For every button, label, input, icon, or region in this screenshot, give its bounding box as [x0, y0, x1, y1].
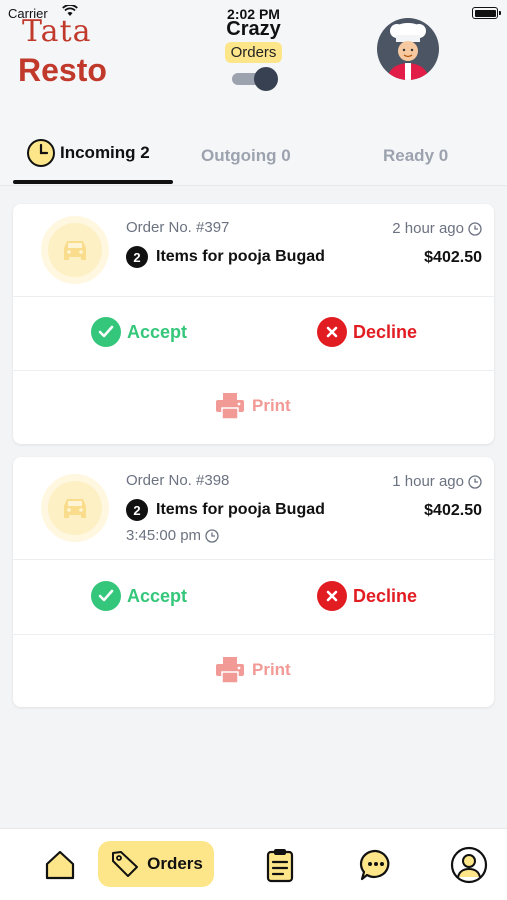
print-button[interactable]: Print	[214, 656, 291, 684]
print-button[interactable]: Print	[214, 392, 291, 420]
bottom-nav: Orders	[0, 828, 507, 900]
order-age-text: 1 hour ago	[392, 473, 464, 490]
divider	[13, 296, 494, 297]
divider	[13, 559, 494, 560]
nav-orders-label: Orders	[147, 854, 203, 873]
check-icon	[91, 581, 121, 611]
item-count-badge: 2	[126, 246, 148, 268]
chef-icon	[387, 23, 429, 80]
clock-icon	[468, 474, 482, 489]
toggle-knob	[254, 67, 278, 91]
order-age: 1 hour ago	[392, 473, 482, 490]
order-time-text: 3:45:00 pm	[126, 527, 202, 544]
header-orders-pill: Orders	[224, 42, 283, 63]
clock-icon	[205, 528, 219, 543]
accept-label: Accept	[127, 585, 188, 606]
divider	[13, 370, 494, 371]
order-age-text: 2 hour ago	[392, 220, 464, 237]
clock-icon	[27, 139, 55, 167]
decline-label: Decline	[353, 585, 418, 606]
print-label: Print	[252, 660, 291, 679]
tab-incoming-label: Incoming 2	[60, 143, 150, 162]
tab-ready[interactable]: Ready 0	[383, 146, 448, 166]
chef-avatar[interactable]	[377, 18, 439, 80]
printer-icon	[216, 657, 244, 684]
nav-profile[interactable]	[449, 843, 489, 887]
tab-outgoing[interactable]: Outgoing 0	[201, 146, 291, 166]
home-icon	[45, 850, 75, 880]
item-count-badge: 2	[126, 499, 148, 521]
tab-incoming[interactable]: Incoming 2	[26, 138, 150, 168]
availability-toggle[interactable]	[232, 67, 278, 91]
printer-icon	[216, 393, 244, 420]
items-text: Items for pooja Bugad	[156, 501, 325, 518]
nav-chat[interactable]	[356, 843, 396, 887]
decline-button[interactable]: Decline	[317, 581, 417, 611]
clipboard-icon	[266, 849, 294, 883]
tag-icon	[112, 851, 139, 877]
car-icon	[64, 241, 86, 260]
order-card: Order No. #397 2 hour ago 2 Items for po…	[13, 204, 494, 444]
car-icon	[64, 499, 86, 518]
tab-active-indicator	[13, 180, 173, 184]
order-tabs: Incoming 2 Outgoing 0 Ready 0	[0, 130, 507, 186]
order-number: Order No. #398	[126, 472, 230, 489]
profile-icon	[450, 846, 488, 884]
accept-label: Accept	[127, 321, 188, 342]
nav-home[interactable]	[40, 843, 80, 887]
order-number: Order No. #397	[126, 219, 230, 236]
accept-button[interactable]: Accept	[91, 317, 187, 347]
order-age: 2 hour ago	[392, 220, 482, 237]
order-items: 2 Items for pooja Bugad	[126, 499, 325, 521]
order-price: $402.50	[424, 502, 482, 519]
nav-orders[interactable]: Orders	[98, 841, 214, 887]
divider	[13, 634, 494, 635]
delivery-badge	[41, 216, 109, 284]
items-text: Items for pooja Bugad	[156, 248, 325, 265]
delivery-badge	[41, 474, 109, 542]
decline-label: Decline	[353, 321, 418, 342]
clock-icon	[468, 221, 482, 236]
order-time: 3:45:00 pm	[126, 527, 219, 544]
print-label: Print	[252, 396, 291, 415]
close-icon	[317, 581, 347, 611]
accept-button[interactable]: Accept	[91, 581, 187, 611]
check-icon	[91, 317, 121, 347]
order-price: $402.50	[424, 249, 482, 266]
chat-icon	[359, 849, 390, 881]
decline-button[interactable]: Decline	[317, 317, 417, 347]
close-icon	[317, 317, 347, 347]
order-items: 2 Items for pooja Bugad	[126, 246, 325, 268]
nav-list[interactable]	[260, 843, 300, 887]
order-card: Order No. #398 1 hour ago 2 Items for po…	[13, 457, 494, 707]
